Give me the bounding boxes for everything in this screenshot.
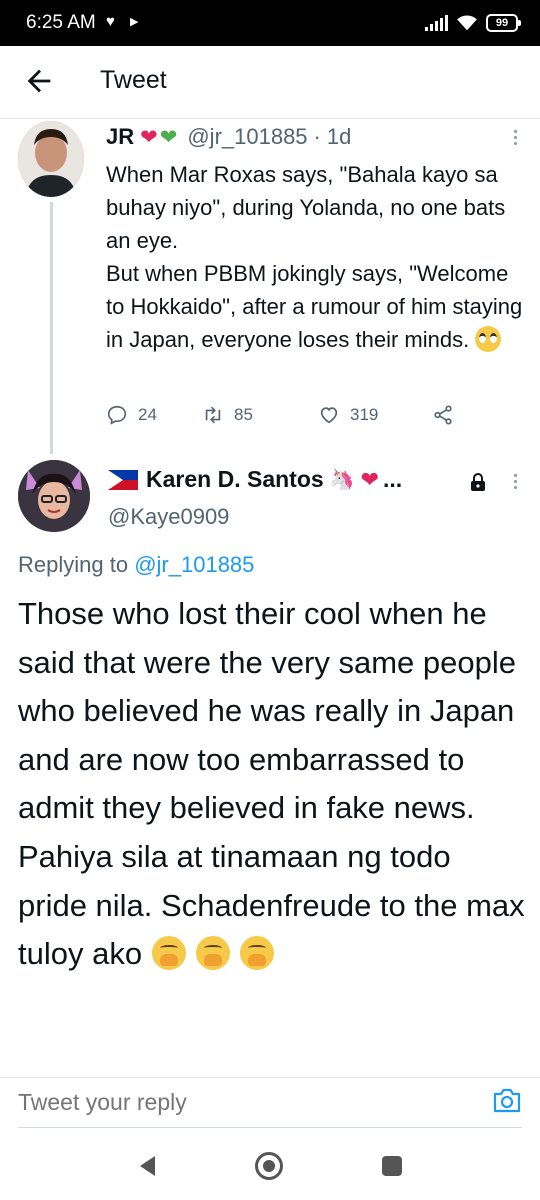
author-name[interactable]: JR — [106, 124, 134, 150]
thread-connector — [50, 202, 53, 454]
reply-text: Those who lost their cool when he said t… — [18, 590, 528, 979]
system-navigation-bar — [0, 1134, 540, 1200]
notification-play-icon: ▶ — [130, 16, 139, 28]
tweet-time: 1d — [326, 124, 352, 149]
wifi-icon — [457, 15, 477, 31]
nav-home-icon[interactable] — [255, 1152, 283, 1180]
tweet-text-line: When Mar Roxas says, "Bahala kayo sa buh… — [106, 162, 506, 253]
retweet-button[interactable]: 85 — [202, 404, 253, 426]
status-indicators: 99 — [425, 10, 521, 36]
page-title: Tweet — [100, 66, 167, 94]
tweet-text: When Mar Roxas says, "Bahala kayo sa buh… — [106, 158, 531, 356]
composer-divider — [0, 1077, 540, 1078]
composer-underline — [18, 1127, 522, 1128]
tweet-actions: 24 85 319 — [106, 404, 466, 434]
avatar[interactable] — [18, 460, 90, 532]
red-heart-emoji-icon: ❤ — [140, 125, 158, 149]
reply-header: Karen D. Santos 🦄 ❤ ... — [108, 466, 402, 493]
more-options-icon[interactable] — [505, 468, 525, 494]
share-button[interactable] — [432, 404, 454, 426]
replying-to-link[interactable]: @jr_101885 — [134, 552, 254, 577]
status-time: 6:25 AM — [26, 12, 96, 33]
hand-over-mouth-emoji-icon — [240, 936, 275, 971]
philippine-flag-icon — [108, 469, 138, 490]
rolling-eyes-emoji-icon — [475, 326, 502, 352]
lock-icon — [471, 473, 485, 491]
status-bar: 6:25 AM ♥ ▶ 99 — [0, 0, 540, 46]
separator-dot: · — [313, 124, 321, 149]
retweet-icon — [205, 406, 221, 424]
reply-button[interactable]: 24 — [106, 404, 157, 426]
tweet-header: JR ❤ ❤ @jr_101885 · 1d — [106, 124, 351, 150]
notification-heart-icon: ♥ — [106, 13, 115, 30]
author-name[interactable]: Karen D. Santos — [146, 466, 324, 493]
red-heart-emoji-icon: ❤ — [360, 466, 379, 492]
signal-icon — [425, 15, 448, 31]
heart-outline-icon — [320, 407, 338, 424]
retweet-count: 85 — [234, 405, 253, 424]
replying-to: Replying to @jr_101885 — [18, 552, 254, 578]
nav-back-icon[interactable] — [137, 1154, 157, 1178]
reply-input[interactable] — [18, 1084, 458, 1120]
nav-recents-icon[interactable] — [382, 1156, 402, 1176]
avatar[interactable] — [18, 121, 84, 197]
name-truncation: ... — [383, 466, 403, 492]
like-count: 319 — [350, 405, 379, 424]
header-divider — [0, 118, 540, 119]
app-header: Tweet — [0, 46, 540, 116]
like-button[interactable]: 319 — [318, 404, 378, 426]
reply-text-content: Those who lost their cool when he said t… — [18, 596, 525, 972]
tweet-text-line: But when PBBM jokingly says, "Welcome to… — [106, 261, 523, 352]
comment-icon — [107, 405, 127, 425]
share-icon — [434, 405, 452, 425]
battery-icon: 99 — [486, 14, 521, 32]
camera-icon[interactable] — [492, 1086, 522, 1114]
green-heart-emoji-icon: ❤ — [159, 125, 178, 149]
unicorn-emoji-icon: 🦄 — [329, 469, 355, 491]
replying-to-label: Replying to — [18, 552, 129, 577]
back-arrow-icon[interactable] — [22, 64, 56, 98]
more-options-icon[interactable] — [505, 124, 525, 150]
author-handle[interactable]: @jr_101885 — [187, 124, 307, 150]
hand-over-mouth-emoji-icon — [196, 936, 231, 971]
reply-count: 24 — [138, 405, 157, 424]
hand-over-mouth-emoji-icon — [152, 936, 187, 971]
author-handle[interactable]: @Kaye0909 — [108, 504, 229, 530]
